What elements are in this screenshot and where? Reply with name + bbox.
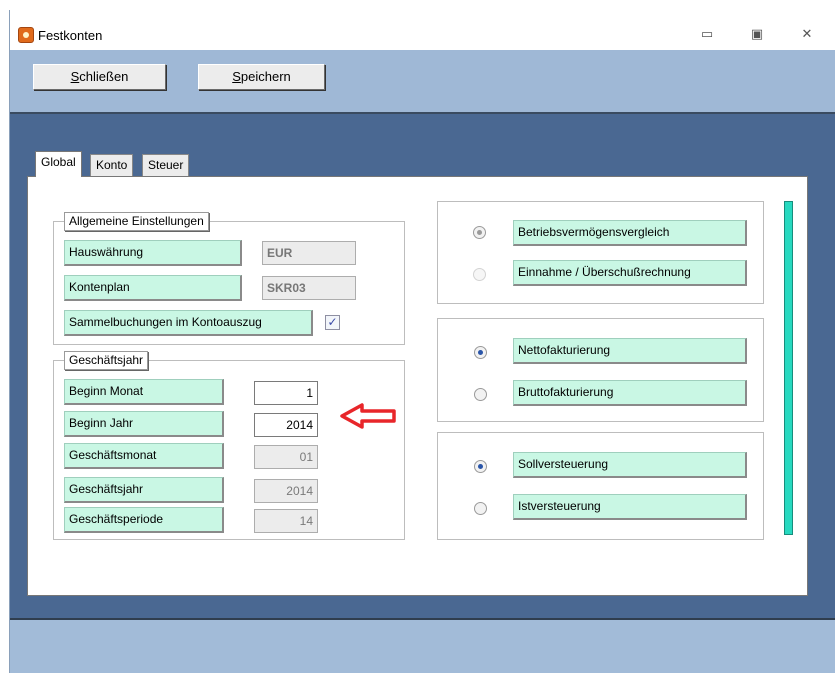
vertical-accent-bar [784,201,793,535]
close-button[interactable]: Schließen [33,64,166,90]
radio-accrual-taxation[interactable] [474,460,487,473]
save-button-mnemonic: S [232,69,241,84]
cash-taxation-button[interactable]: Istversteuerung [513,494,747,520]
radio-balance-comparison[interactable] [473,226,486,239]
taxation-group [437,432,764,540]
close-window-button[interactable]: ✕ [797,25,817,45]
title-bar: Festkonten ▭ ▣ ✕ [10,10,835,50]
currency-button[interactable]: Hauswährung [64,240,242,266]
chart-of-accounts-button[interactable]: Kontenplan [64,275,242,301]
left-arrow-icon [340,403,396,429]
business-month-field: 01 [254,445,318,469]
collective-bookings-checkbox[interactable]: ✓ [325,315,340,330]
collective-bookings-button[interactable]: Sammelbuchungen im Kontoauszug [64,310,313,336]
status-bar [10,620,835,673]
tab-steuer[interactable]: Steuer [142,154,190,176]
profit-method-group [437,201,764,304]
business-year-button[interactable]: Geschäftsjahr [64,477,224,503]
start-year-button[interactable]: Beginn Jahr [64,411,224,437]
business-month-button[interactable]: Geschäftsmonat [64,443,224,469]
radio-cash-taxation[interactable] [474,502,487,515]
business-period-field: 14 [254,509,318,533]
save-button[interactable]: Speichern [198,64,325,90]
fiscal-year-legend: Geschäftsjahr [64,351,149,370]
restore-button[interactable]: ▣ [747,25,767,45]
cash-basis-button[interactable]: Einnahme / Überschußrechnung [513,260,747,286]
toolbar: Schließen Speichern [10,50,835,112]
start-month-input[interactable]: 1 [254,381,318,405]
radio-gross-invoicing[interactable] [474,388,487,401]
close-button-mnemonic: S [70,69,80,84]
radio-cash-basis[interactable] [473,268,486,281]
start-year-input[interactable]: 2014 [254,413,318,437]
business-period-button[interactable]: Geschäftsperiode [64,507,224,533]
radio-net-invoicing[interactable] [474,346,487,359]
general-settings-legend: Allgemeine Einstellungen [64,212,209,231]
save-button-label: peichern [240,69,291,84]
balance-comparison-button[interactable]: Betriebsvermögensvergleich [513,220,747,246]
accrual-taxation-button[interactable]: Sollversteuerung [513,452,747,478]
minimize-button[interactable]: ▭ [697,25,717,45]
start-month-button[interactable]: Beginn Monat [64,379,224,405]
tab-global[interactable]: Global [35,151,82,177]
tab-konto[interactable]: Konto [90,154,134,176]
net-invoicing-button[interactable]: Nettofakturierung [513,338,747,364]
chart-of-accounts-field: SKR03 [262,276,356,300]
business-year-field: 2014 [254,479,318,503]
close-button-label: chließen [79,69,129,84]
window-title: Festkonten [38,28,103,43]
app-flame-icon [18,27,34,43]
currency-field: EUR [262,241,356,265]
gross-invoicing-button[interactable]: Bruttofakturierung [513,380,747,406]
invoicing-group [437,318,764,422]
